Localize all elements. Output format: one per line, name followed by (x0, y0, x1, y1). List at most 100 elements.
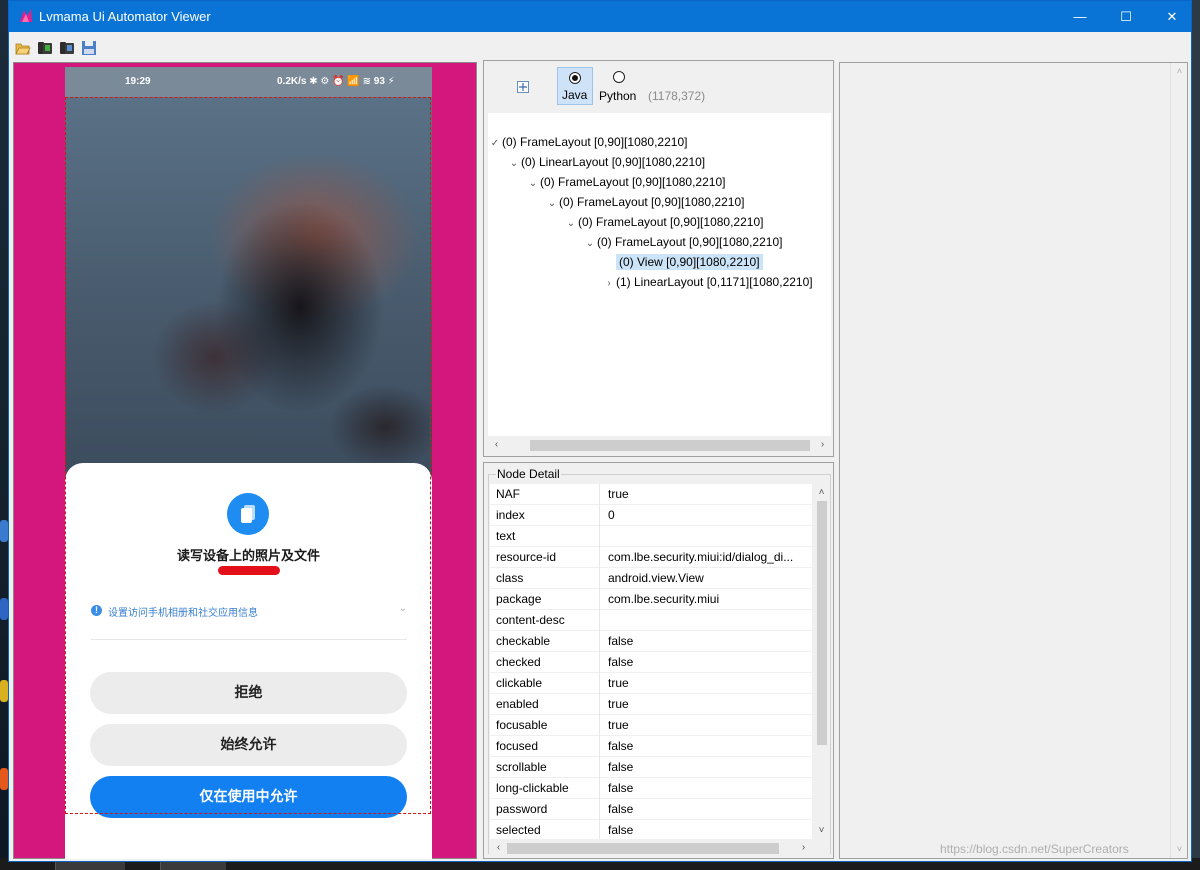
detail-key: long-clickable (496, 778, 600, 799)
device-screenshot-panel[interactable]: 19:29 0.2K/s ✱ ⚙ ⏰ 📶 ≋ 93 ⚡ 读写设备上的照片及文件 … (13, 62, 477, 859)
chevron-down-icon[interactable]: ⌄ (399, 603, 407, 614)
allow-while-using-button[interactable]: 仅在使用中允许 (90, 776, 407, 818)
scroll-left-icon[interactable]: ‹ (490, 839, 507, 856)
detail-row[interactable]: checkable false (490, 631, 812, 652)
wallpaper-image (65, 97, 432, 517)
detail-key: scrollable (496, 757, 600, 778)
tree-node[interactable]: › (1) LinearLayout [0,1171][1080,2210] (602, 273, 813, 293)
hierarchy-tree[interactable]: ✓ (0) FrameLayout [0,90][1080,2210] ⌄ (0) … (488, 113, 831, 436)
tree-node[interactable]: ✓ (0) FrameLayout [0,90][1080,2210] (488, 133, 688, 153)
detail-key: selected (496, 820, 600, 839)
node-detail-panel: Node Detail NAF true index 0 text resource… (483, 462, 834, 859)
expand-all-button[interactable] (517, 81, 529, 93)
tree-node[interactable]: ⌄ (0) FrameLayout [0,90][1080,2210] (526, 173, 726, 193)
scroll-up-icon[interactable]: ˄ (1171, 63, 1188, 80)
detail-row[interactable]: selected false (490, 820, 812, 839)
tree-twisty[interactable]: ⌄ (507, 155, 521, 173)
scrollbar-thumb[interactable] (817, 501, 827, 745)
detail-row[interactable]: focused false (490, 736, 812, 757)
tree-twisty[interactable]: ⌄ (583, 235, 597, 253)
detail-row[interactable]: password false (490, 799, 812, 820)
tree-twisty[interactable]: ⌄ (526, 175, 540, 193)
info-icon: ! (91, 605, 102, 616)
tree-node-label: (1) LinearLayout [0,1171][1080,2210] (616, 275, 813, 289)
detail-row[interactable]: checked false (490, 652, 812, 673)
deny-button[interactable]: 拒绝 (90, 672, 407, 714)
detail-key: content-desc (496, 610, 600, 631)
detail-key: resource-id (496, 547, 600, 568)
detail-row[interactable]: content-desc (490, 610, 812, 631)
red-highlight-mark (218, 566, 280, 575)
detail-key: text (496, 526, 600, 547)
scroll-right-icon[interactable]: › (814, 436, 831, 453)
desktop-icon (0, 520, 8, 542)
detail-key: password (496, 799, 600, 820)
detail-value: false (608, 655, 634, 669)
window-title: Lvmama Ui Automator Viewer (39, 9, 211, 24)
scroll-up-icon[interactable]: ˄ (813, 484, 830, 501)
python-radio[interactable] (613, 71, 625, 83)
detail-row[interactable]: scrollable false (490, 757, 812, 778)
detail-row[interactable]: resource-id com.lbe.security.miui:id/dial… (490, 547, 812, 568)
title-bar[interactable]: Lvmama Ui Automator Viewer — ☐ ✕ (9, 1, 1191, 32)
detail-key: class (496, 568, 600, 589)
detail-row[interactable]: clickable true (490, 673, 812, 694)
scrollbar-thumb[interactable] (530, 440, 810, 451)
device-screen[interactable]: 19:29 0.2K/s ✱ ⚙ ⏰ 📶 ≋ 93 ⚡ 读写设备上的照片及文件 … (65, 67, 432, 859)
python-label[interactable]: Python (599, 89, 636, 103)
save-icon[interactable] (81, 40, 97, 56)
tree-node[interactable]: ⌄ (0) FrameLayout [0,90][1080,2210] (583, 233, 783, 253)
scroll-right-icon[interactable]: › (795, 839, 812, 856)
detail-vertical-scrollbar[interactable]: ˄ ˅ (813, 484, 830, 839)
minimize-button[interactable]: — (1057, 1, 1103, 32)
detail-value: false (608, 802, 634, 816)
java-radio[interactable] (569, 72, 581, 84)
info-text: 设置访问手机相册和社交应用信息 (108, 608, 258, 619)
scroll-left-icon[interactable]: ‹ (488, 436, 505, 453)
detail-row[interactable]: package com.lbe.security.miui (490, 589, 812, 610)
tree-horizontal-scrollbar[interactable]: ‹ › (488, 436, 831, 453)
open-folder-icon[interactable] (15, 40, 31, 56)
tree-node[interactable]: ⌄ (0) FrameLayout [0,90][1080,2210] (564, 213, 764, 233)
scrollbar-thumb[interactable] (507, 843, 779, 854)
right-vertical-scrollbar[interactable]: ˄ ˅ (1170, 63, 1187, 858)
detail-key: package (496, 589, 600, 610)
scroll-down-icon[interactable]: ˅ (813, 822, 830, 839)
detail-key: checked (496, 652, 600, 673)
close-button[interactable]: ✕ (1149, 1, 1195, 32)
node-detail-table[interactable]: NAF true index 0 text resource-id com.lbe.s… (490, 484, 812, 839)
app-window: Lvmama Ui Automator Viewer — ☐ ✕ 19:29 0… (8, 0, 1192, 862)
detail-row[interactable]: enabled true (490, 694, 812, 715)
desktop-icon (0, 598, 8, 620)
detail-row[interactable]: NAF true (490, 484, 812, 505)
tree-twisty[interactable]: › (602, 275, 616, 293)
divider (91, 639, 407, 640)
tree-twisty[interactable]: ⌄ (564, 215, 578, 233)
detail-row[interactable]: index 0 (490, 505, 812, 526)
tree-node-label: (0) FrameLayout [0,90][1080,2210] (540, 175, 726, 189)
detail-row[interactable]: text (490, 526, 812, 547)
tree-node-label: (0) FrameLayout [0,90][1080,2210] (559, 195, 745, 209)
detail-value: true (608, 718, 629, 732)
tree-node[interactable]: ⌄ (0) FrameLayout [0,90][1080,2210] (545, 193, 745, 213)
tree-node-label: (0) FrameLayout [0,90][1080,2210] (597, 235, 783, 249)
detail-row[interactable]: class android.view.View (490, 568, 812, 589)
mode-bar: Java Python (1178,372) (484, 61, 833, 113)
device-screenshot-compressed-icon[interactable] (59, 40, 75, 56)
maximize-button[interactable]: ☐ (1103, 1, 1149, 32)
scroll-down-icon[interactable]: ˅ (1171, 841, 1188, 858)
tree-twisty[interactable]: ⌄ (545, 195, 559, 213)
java-radio-option[interactable]: Java (557, 67, 593, 105)
desktop-background (0, 0, 8, 870)
detail-horizontal-scrollbar[interactable]: ‹ › (490, 839, 812, 856)
detail-row[interactable]: long-clickable false (490, 778, 812, 799)
permission-dialog[interactable]: 读写设备上的照片及文件 ! 设置访问手机相册和社交应用信息 ⌄ 拒绝 始终允许 … (65, 463, 432, 859)
info-row[interactable]: ! 设置访问手机相册和社交应用信息 ⌄ (91, 603, 407, 623)
detail-row[interactable]: focusable true (490, 715, 812, 736)
device-screenshot-icon[interactable] (37, 40, 53, 56)
tree-node[interactable]: ⌄ (0) LinearLayout [0,90][1080,2210] (507, 153, 705, 171)
tree-node-selected[interactable]: (0) View [0,90][1080,2210] (602, 253, 763, 271)
always-allow-button[interactable]: 始终允许 (90, 724, 407, 766)
tree-twisty[interactable]: ✓ (488, 135, 502, 153)
node-detail-legend: Node Detail (496, 467, 561, 481)
